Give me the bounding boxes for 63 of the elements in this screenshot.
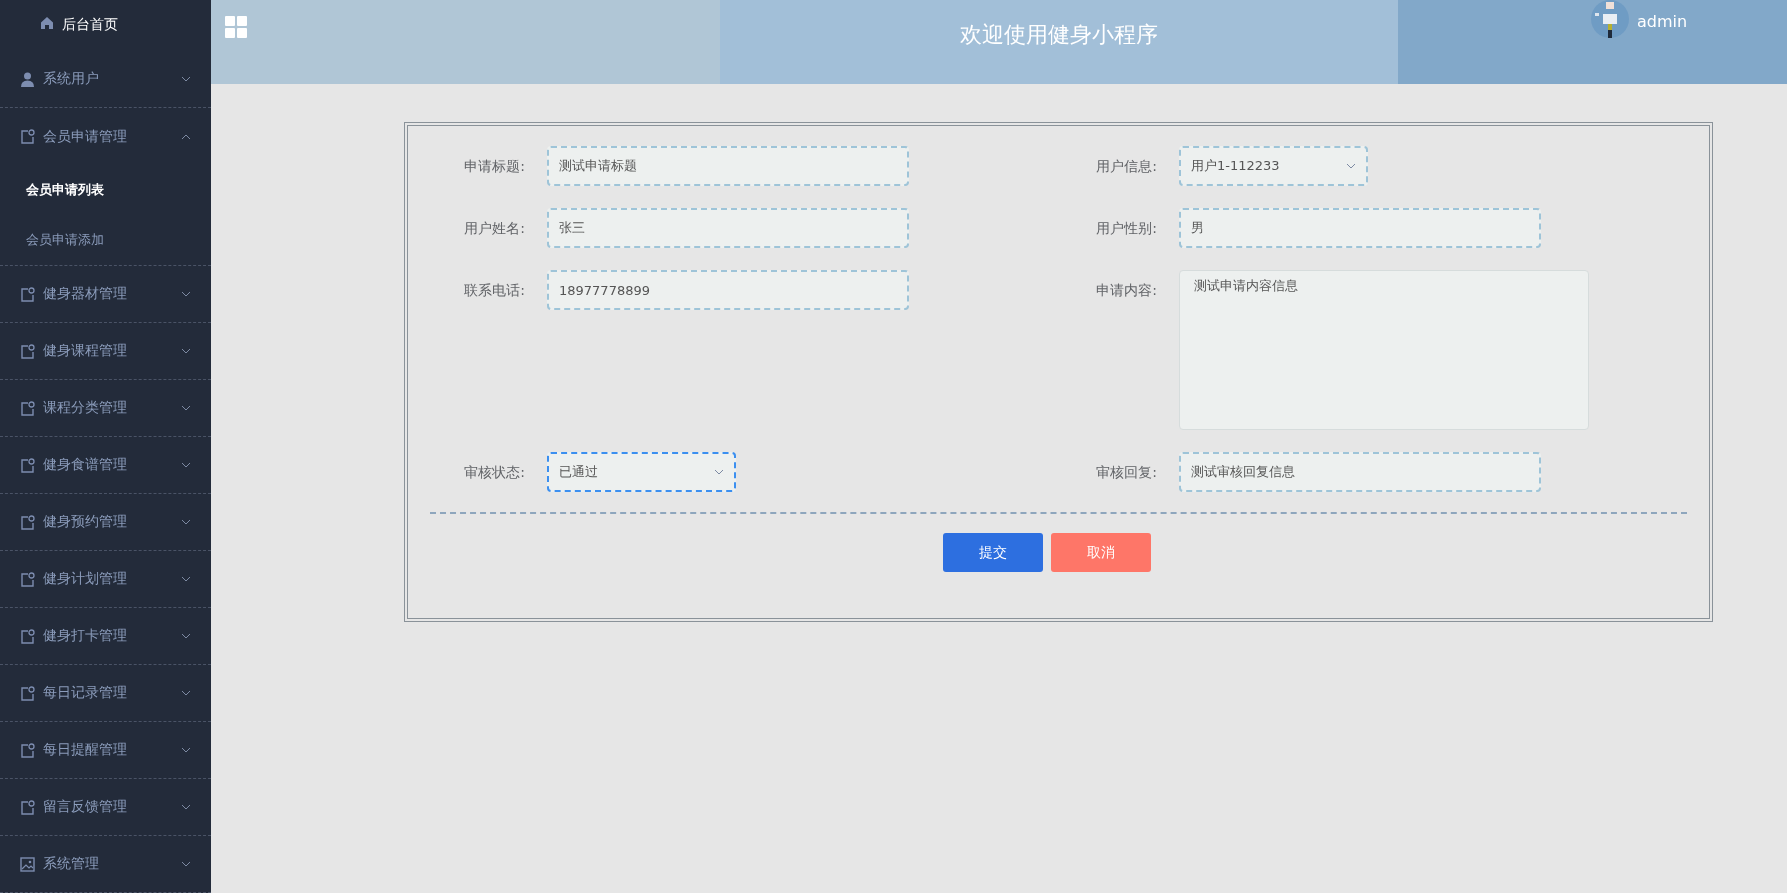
menu-item[interactable]: 系统管理 xyxy=(0,836,211,893)
chevron-down-icon xyxy=(181,747,191,753)
menu-item[interactable]: 健身计划管理 xyxy=(0,551,211,608)
document-icon xyxy=(20,286,35,302)
menu-item[interactable]: 健身课程管理 xyxy=(0,323,211,380)
field-label: 用户信息: xyxy=(1095,157,1158,176)
chevron-up-icon xyxy=(181,133,191,140)
document-icon xyxy=(20,343,35,359)
text-field[interactable]: 18977778899 xyxy=(547,270,909,310)
document-icon xyxy=(20,400,35,416)
chevron-down-icon xyxy=(181,462,191,468)
chevron-down-icon xyxy=(181,804,191,810)
menu-item[interactable]: 健身器材管理 xyxy=(0,266,211,323)
document-icon xyxy=(20,514,35,530)
field-label: 申请标题: xyxy=(463,157,526,176)
document-icon xyxy=(20,457,35,473)
document-icon xyxy=(20,685,35,701)
chevron-down-icon xyxy=(181,76,191,82)
submenu-item[interactable]: 会员申请添加 xyxy=(0,215,211,265)
chevron-down-icon xyxy=(181,861,191,867)
text-field[interactable]: 张三 xyxy=(547,208,909,248)
field-label: 审核回复: xyxy=(1095,463,1158,482)
chevron-down-icon xyxy=(181,690,191,696)
field-label: 申请内容: xyxy=(1095,281,1158,300)
chevron-down-icon xyxy=(181,348,191,354)
select-field[interactable]: 用户1-112233 xyxy=(1179,146,1368,186)
menu-item[interactable]: 每日提醒管理 xyxy=(0,722,211,779)
document-icon xyxy=(20,129,35,144)
chevron-down-icon xyxy=(181,405,191,411)
page-title: 欢迎使用健身小程序 xyxy=(960,21,1158,48)
menu-item[interactable]: 健身预约管理 xyxy=(0,494,211,551)
home-icon xyxy=(40,16,54,30)
field-label: 用户姓名: xyxy=(463,219,526,238)
text-field[interactable]: 测试申请标题 xyxy=(547,146,909,186)
menu-item[interactable]: 每日记录管理 xyxy=(0,665,211,722)
document-icon xyxy=(20,799,35,815)
menu-item[interactable]: 健身食谱管理 xyxy=(0,437,211,494)
text-field[interactable]: 男 xyxy=(1179,208,1541,248)
textarea-field[interactable]: 测试申请内容信息 xyxy=(1179,270,1589,430)
home-link[interactable]: 后台首页 xyxy=(62,16,118,34)
text-field[interactable]: 测试审核回复信息 xyxy=(1179,452,1541,492)
chevron-down-icon xyxy=(714,469,724,475)
menu-item[interactable]: 健身打卡管理 xyxy=(0,608,211,665)
document-icon xyxy=(20,742,35,758)
select-field[interactable]: 已通过 xyxy=(547,452,736,492)
menu-item[interactable]: 留言反馈管理 xyxy=(0,779,211,836)
chevron-down-icon xyxy=(181,633,191,639)
user-icon xyxy=(20,71,35,87)
submit-button[interactable]: 提交 xyxy=(942,533,1043,572)
menu-item[interactable]: 会员申请管理 xyxy=(0,108,211,165)
avatar[interactable] xyxy=(1591,0,1629,40)
submenu-item[interactable]: 会员申请列表 xyxy=(0,165,211,215)
chevron-down-icon xyxy=(1346,163,1356,169)
field-label: 联系电话: xyxy=(463,281,526,300)
chevron-down-icon xyxy=(181,519,191,525)
chevron-down-icon xyxy=(181,576,191,582)
document-icon xyxy=(20,571,35,587)
field-label: 用户性别: xyxy=(1095,219,1158,238)
document-icon xyxy=(20,628,35,644)
menu-item[interactable]: 课程分类管理 xyxy=(0,380,211,437)
field-label: 审核状态: xyxy=(463,463,526,482)
image-icon xyxy=(20,856,35,872)
chevron-down-icon xyxy=(181,291,191,297)
